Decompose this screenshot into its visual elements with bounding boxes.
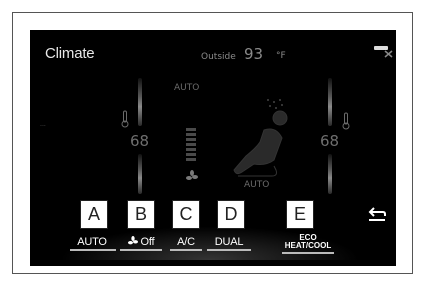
dual-button[interactable]: DUAL — [205, 236, 253, 248]
seat-airflow-icon[interactable] — [220, 90, 310, 185]
climate-screen: Climate Outside 93 °F ... 68 68 AUTO AUT… — [30, 30, 396, 266]
fan-off-label: Off — [140, 236, 155, 248]
thermometer-icon — [342, 112, 350, 130]
status-icon — [374, 46, 393, 58]
ac-button-underline — [170, 249, 202, 251]
thermometer-icon — [121, 110, 129, 128]
right-temp-bar-lower — [328, 154, 332, 194]
left-temperature[interactable]: 68 — [130, 132, 149, 150]
side-dots: ... — [40, 121, 46, 128]
callout-d: D — [217, 200, 245, 229]
fan-speed-bars[interactable] — [186, 128, 196, 163]
dual-button-label: DUAL — [214, 236, 244, 248]
page-title: Climate — [45, 45, 95, 62]
fan-off-button[interactable]: Off — [118, 236, 164, 248]
callout-a: A — [80, 200, 108, 229]
eco-heat-cool-button[interactable]: ECO HEAT/COOL — [278, 234, 338, 250]
eco-underline — [282, 252, 334, 254]
left-temp-bar-lower — [138, 154, 142, 194]
outside-temperature-unit: °F — [276, 51, 286, 61]
heat-cool-label: HEAT/COOL — [284, 241, 332, 250]
back-arrow-icon[interactable] — [366, 205, 388, 223]
callout-b: B — [127, 200, 155, 229]
fan-off-underline — [120, 249, 162, 251]
fan-icon — [186, 170, 198, 180]
right-temp-bar-upper — [328, 78, 332, 126]
auto-button-label: AUTO — [77, 236, 107, 248]
outside-temperature: 93 — [244, 45, 264, 63]
ac-button[interactable]: A/C — [166, 236, 206, 248]
callout-e: E — [286, 200, 314, 229]
fan-icon — [127, 236, 138, 245]
left-temp-bar-upper — [138, 78, 142, 126]
callout-c: C — [172, 200, 200, 229]
auto-button[interactable]: AUTO — [69, 236, 115, 248]
dual-button-underline — [207, 249, 251, 251]
airflow-auto-label: AUTO — [244, 180, 270, 190]
ac-button-label: A/C — [177, 236, 195, 248]
right-temperature[interactable]: 68 — [320, 132, 339, 150]
auto-button-underline — [70, 249, 116, 251]
outside-label: Outside — [201, 52, 236, 62]
fan-auto-label: AUTO — [174, 83, 200, 93]
